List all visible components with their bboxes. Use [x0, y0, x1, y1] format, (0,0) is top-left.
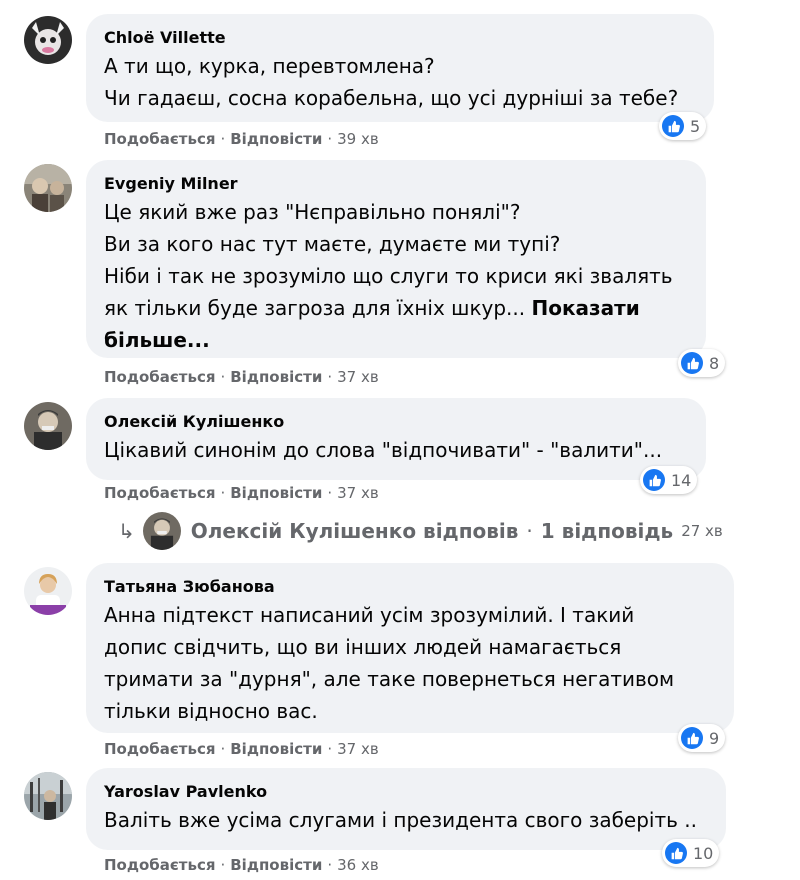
reaction-summary[interactable]: 9: [678, 724, 726, 752]
comment-time[interactable]: 37 хв: [337, 484, 379, 502]
like-link[interactable]: Подобається: [104, 856, 215, 874]
like-link[interactable]: Подобається: [104, 484, 215, 502]
separator: ·: [220, 368, 226, 386]
separator: ·: [220, 856, 226, 874]
separator: ·: [526, 519, 533, 543]
comment-author[interactable]: Yaroslav Pavlenko: [104, 782, 708, 802]
like-thumb-icon: [643, 469, 665, 491]
separator: ·: [327, 740, 333, 758]
separator: ·: [327, 130, 333, 148]
reply-link[interactable]: Відповісти: [230, 130, 322, 148]
separator: ·: [220, 740, 226, 758]
avatar[interactable]: [24, 16, 72, 64]
avatar[interactable]: [24, 402, 72, 450]
comment-author[interactable]: Олексій Кулішенко: [104, 412, 688, 432]
comment-actions: Подобається · Відповісти · 36 хв: [104, 856, 379, 874]
comment-text: Валіть вже усіма слугами і президента св…: [104, 808, 697, 832]
separator: ·: [327, 368, 333, 386]
like-thumb-icon: [665, 842, 687, 864]
avatar[interactable]: [24, 164, 72, 212]
reply-time: 27 хв: [681, 522, 723, 540]
reply-count: 1 відповідь: [540, 519, 674, 543]
comment-time[interactable]: 39 хв: [337, 130, 379, 148]
comment-text: Це який вже раз "Нєправільно понялі"? Ви…: [104, 196, 688, 356]
reply-author: Олексій Кулішенко відповів: [190, 519, 519, 543]
separator: ·: [220, 484, 226, 502]
comment-actions: Подобається · Відповісти · 37 хв: [104, 368, 379, 386]
separator: ·: [327, 484, 333, 502]
separator: ·: [327, 856, 333, 874]
comment-text: А ти що, курка, перевтомлена? Чи гадаєш,…: [104, 54, 679, 110]
like-thumb-icon: [681, 352, 703, 374]
comment-time[interactable]: 37 хв: [337, 740, 379, 758]
reaction-summary[interactable]: 14: [640, 466, 698, 494]
separator: ·: [220, 130, 226, 148]
comment-bubble: Татьяна Зюбанова Анна підтекст написаний…: [86, 563, 734, 733]
comment-text: Цікавий синонім до слова "відпочивати" -…: [104, 438, 663, 462]
comments-feed: Chloë Villette А ти що, курка, перевтомл…: [0, 0, 800, 880]
comment-bubble: Олексій Кулішенко Цікавий синонім до сло…: [86, 398, 706, 480]
comment-author[interactable]: Chloë Villette: [104, 28, 696, 48]
reply-arrow-icon: ↳: [118, 519, 135, 543]
reaction-count: 10: [693, 843, 714, 863]
comment-time[interactable]: 36 хв: [337, 856, 379, 874]
view-replies-link[interactable]: ↳ Олексій Кулішенко відповів · 1 відпові…: [118, 511, 723, 551]
reply-link[interactable]: Відповісти: [230, 368, 322, 386]
like-link[interactable]: Подобається: [104, 130, 215, 148]
like-link[interactable]: Подобається: [104, 368, 215, 386]
like-thumb-icon: [681, 727, 703, 749]
comment-author[interactable]: Татьяна Зюбанова: [104, 577, 716, 597]
reaction-summary[interactable]: 5: [659, 112, 707, 140]
comment-bubble: Evgeniy Milner Це який вже раз "Нєправіл…: [86, 160, 706, 358]
reaction-count: 8: [709, 353, 720, 373]
comment-actions: Подобається · Відповісти · 39 хв: [104, 130, 379, 148]
like-link[interactable]: Подобається: [104, 740, 215, 758]
reaction-count: 9: [709, 728, 720, 748]
reply-avatar: [142, 512, 181, 550]
comment-actions: Подобається · Відповісти · 37 хв: [104, 484, 379, 502]
reaction-count: 14: [671, 470, 692, 490]
comment-time[interactable]: 37 хв: [337, 368, 379, 386]
reaction-summary[interactable]: 10: [662, 839, 720, 867]
comment-bubble: Chloë Villette А ти що, курка, перевтомл…: [86, 14, 714, 122]
reply-link[interactable]: Відповісти: [230, 740, 322, 758]
comment-actions: Подобається · Відповісти · 37 хв: [104, 740, 379, 758]
reply-link[interactable]: Відповісти: [230, 856, 322, 874]
reaction-count: 5: [690, 116, 701, 136]
avatar[interactable]: [24, 772, 72, 820]
avatar[interactable]: [24, 567, 72, 615]
like-thumb-icon: [662, 115, 684, 137]
reaction-summary[interactable]: 8: [678, 349, 726, 377]
comment-text: Анна підтекст написаний усім зрозумілий.…: [104, 603, 675, 723]
reply-link[interactable]: Відповісти: [230, 484, 322, 502]
comment-bubble: Yaroslav Pavlenko Валіть вже усіма слуга…: [86, 768, 726, 850]
comment-author[interactable]: Evgeniy Milner: [104, 174, 688, 194]
